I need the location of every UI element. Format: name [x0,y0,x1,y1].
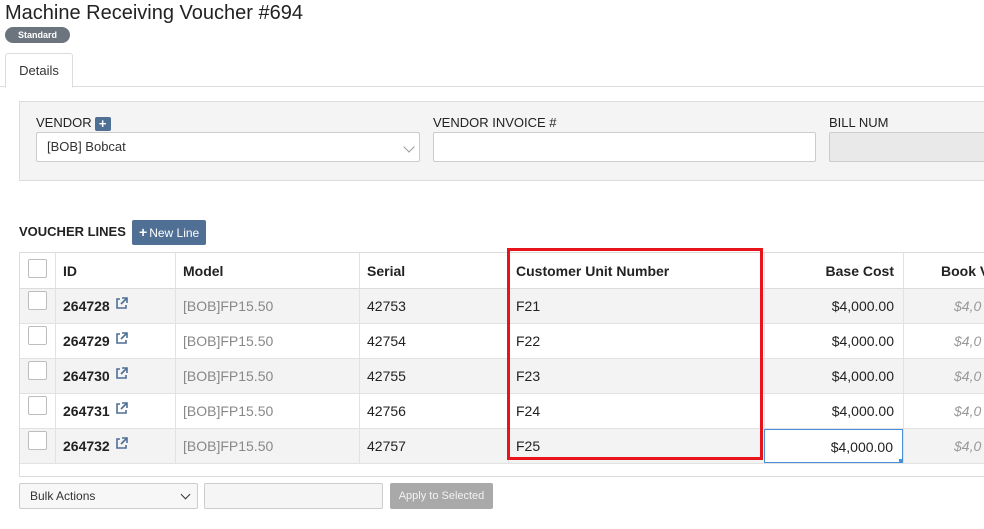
apply-to-selected-button[interactable]: Apply to Selected [390,483,493,509]
base-cost-cell[interactable]: $4,000.00 [764,359,903,393]
voucher-lines-title: VOUCHER LINES [19,224,126,239]
external-link-icon[interactable] [115,394,128,428]
table-row[interactable]: 264731 [BOB]FP15.50 42756 F24 $4,000.00 … [20,394,984,429]
model-cell: [BOB]FP15.50 [183,368,274,384]
vendor-select-value: [BOB] Bobcat [47,139,126,154]
id-value: 264728 [63,298,110,314]
external-link-icon[interactable] [115,429,128,463]
customer-unit-cell[interactable]: F25 [508,429,764,463]
book-value-cell: $4,0 [954,368,982,384]
row-select-cell [20,324,55,358]
customer-unit-cell[interactable]: F21 [508,289,764,323]
id-value: 264732 [63,438,110,454]
customer-unit-cell[interactable]: F24 [508,394,764,428]
row-select-cell [20,359,55,393]
column-header-serial[interactable]: Serial [359,253,508,288]
bulk-value-input[interactable] [204,483,383,509]
book-value-cell: $4,0 [954,298,982,314]
new-line-label: New Line [149,226,200,240]
row-checkbox[interactable] [28,431,47,450]
table-row[interactable]: 264730 [BOB]FP15.50 42755 F23 $4,000.00 … [20,359,984,394]
bulk-actions-select[interactable]: Bulk Actions [19,483,198,509]
customer-unit-cell[interactable]: F22 [508,324,764,358]
external-link-icon[interactable] [115,289,128,323]
base-cost-cell-selected[interactable]: $4,000.00 [764,429,903,463]
column-header-model[interactable]: Model [175,253,359,288]
base-cost-cell[interactable]: $4,000.00 [764,394,903,428]
serial-cell: 42754 [367,333,406,349]
table-row[interactable]: 264732 [BOB]FP15.50 42757 F25 $4,000.00 … [20,429,984,464]
tab-details[interactable]: Details [5,53,73,88]
plus-icon: + [139,224,148,240]
bulk-actions-value: Bulk Actions [30,489,96,503]
model-cell: [BOB]FP15.50 [183,298,274,314]
row-select-cell [20,394,55,428]
row-select-cell [20,289,55,323]
select-all-checkbox[interactable] [28,259,47,278]
bill-num-label: BILL NUM [829,115,889,130]
id-cell: 264730 [55,359,175,393]
row-select-cell [20,429,55,463]
base-cost-cell[interactable]: $4,000.00 [764,289,903,323]
external-link-icon[interactable] [115,359,128,393]
model-cell: [BOB]FP15.50 [183,333,274,349]
column-header-book-value[interactable]: Book V [903,253,984,288]
column-header-base-cost[interactable]: Base Cost [764,253,903,288]
book-value-cell: $4,0 [954,438,982,454]
add-vendor-button[interactable]: + [94,116,111,131]
book-value-cell: $4,0 [954,333,982,349]
id-cell: 264732 [55,429,175,463]
base-cost-cell[interactable]: $4,000.00 [764,324,903,358]
tabs-divider [0,86,984,87]
chevron-down-icon [180,489,191,500]
column-header-id[interactable]: ID [55,253,175,288]
vendor-select[interactable]: [BOB] Bobcat [36,132,420,162]
model-cell: [BOB]FP15.50 [183,403,274,419]
id-value: 264731 [63,403,110,419]
vendor-label-text: VENDOR [36,115,92,130]
row-checkbox[interactable] [28,396,47,415]
table-row[interactable]: 264729 [BOB]FP15.50 42754 F22 $4,000.00 … [20,324,984,359]
id-cell: 264729 [55,324,175,358]
book-value-cell: $4,0 [954,403,982,419]
page-title: Machine Receiving Voucher #694 [5,2,303,24]
status-badge: Standard [5,27,71,43]
new-line-button[interactable]: + New Line [132,220,207,245]
base-cost-value: $4,000.00 [830,439,893,455]
row-checkbox[interactable] [28,361,47,380]
column-header-customer-unit-number[interactable]: Customer Unit Number [508,253,764,288]
id-value: 264730 [63,368,110,384]
serial-cell: 42757 [367,438,406,454]
voucher-lines-grid: ID Model Serial Customer Unit Number Bas… [19,252,984,477]
model-cell: [BOB]FP15.50 [183,438,274,454]
row-checkbox[interactable] [28,291,47,310]
serial-cell: 42756 [367,403,406,419]
id-cell: 264731 [55,394,175,428]
vendor-panel: VENDOR + [BOB] Bobcat VENDOR INVOICE # BI… [19,101,984,181]
bill-num-input [829,132,984,162]
id-value: 264729 [63,333,110,349]
customer-unit-cell[interactable]: F23 [508,359,764,393]
row-checkbox[interactable] [28,326,47,345]
external-link-icon[interactable] [115,324,128,358]
grid-header-row: ID Model Serial Customer Unit Number Bas… [20,253,984,289]
id-cell: 264728 [55,289,175,323]
vendor-invoice-input[interactable] [433,132,816,162]
chevron-down-icon [403,141,415,153]
vendor-invoice-label: VENDOR INVOICE # [433,115,557,130]
table-row[interactable]: 264728 [BOB]FP15.50 42753 F21 $4,000.00 … [20,289,984,324]
serial-cell: 42753 [367,298,406,314]
vendor-label: VENDOR + [36,115,111,131]
serial-cell: 42755 [367,368,406,384]
select-all-cell [20,253,55,288]
